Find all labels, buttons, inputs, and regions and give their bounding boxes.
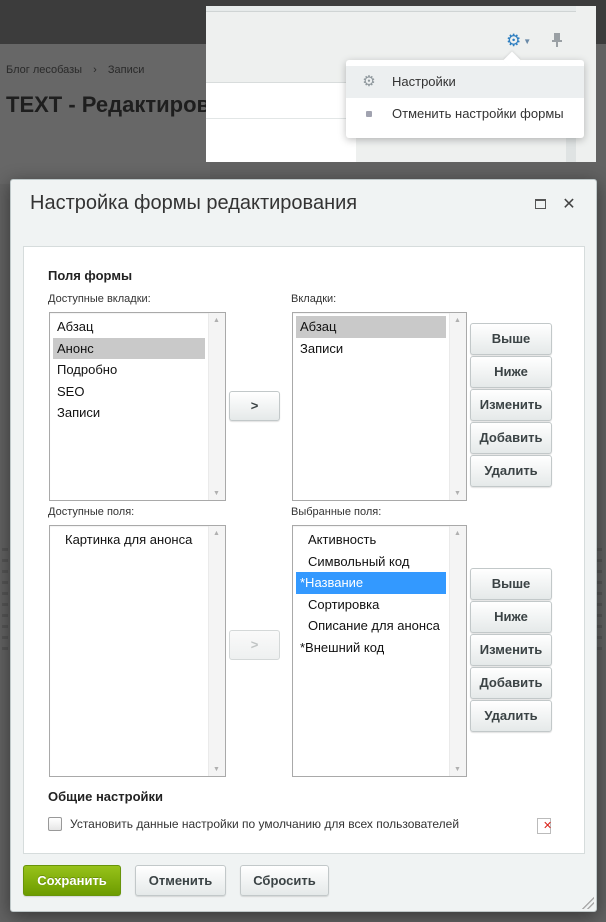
- list-item[interactable]: Картинка для анонса: [53, 529, 205, 551]
- field-down-button[interactable]: Ниже: [470, 601, 552, 633]
- tab-down-button[interactable]: Ниже: [470, 356, 552, 388]
- available-fields-list[interactable]: Картинка для анонса ▲ ▼: [49, 525, 226, 777]
- list-item[interactable]: Описание для анонса: [296, 615, 446, 637]
- scroll-up-icon[interactable]: ▲: [213, 530, 220, 537]
- list-item-selected[interactable]: *Название: [296, 572, 446, 594]
- breadcrumb-item: Записи: [107, 64, 145, 76]
- list-item[interactable]: *Внешний код: [296, 637, 446, 659]
- tabs-list[interactable]: Абзац Записи ▲ ▼: [292, 312, 467, 501]
- menu-item-label: Отменить настройки формы: [392, 106, 564, 121]
- dialog-header[interactable]: Настройка формы редактирования ✕: [11, 180, 596, 230]
- dialog-title: Настройка формы редактирования: [30, 192, 358, 214]
- field-add-button[interactable]: Добавить: [470, 667, 552, 699]
- list-item[interactable]: Активность: [296, 529, 446, 551]
- list-item[interactable]: Сортировка: [296, 594, 446, 616]
- scroll-up-icon[interactable]: ▲: [454, 317, 461, 324]
- scrollbar[interactable]: ▲ ▼: [449, 526, 466, 776]
- form-settings-dialog: Настройка формы редактирования ✕ Поля фо…: [10, 179, 597, 912]
- scrollbar[interactable]: ▲ ▼: [208, 313, 225, 500]
- list-item[interactable]: Записи: [53, 402, 205, 424]
- save-button[interactable]: Сохранить: [23, 865, 121, 896]
- gear-icon: ⚙: [506, 31, 522, 50]
- breadcrumb-item: Блог лесобазы: [6, 64, 83, 76]
- field-up-button[interactable]: Выше: [470, 568, 552, 600]
- scroll-down-icon[interactable]: ▼: [213, 766, 220, 773]
- default-settings-row[interactable]: Установить данные настройки по умолчанию…: [48, 816, 459, 831]
- page-title: TEXT - Редактиров: [6, 92, 211, 117]
- list-item-selected[interactable]: Анонс: [53, 337, 205, 359]
- list-item-selected[interactable]: Абзац: [296, 316, 446, 338]
- move-tab-button[interactable]: >: [229, 391, 280, 421]
- cancel-button[interactable]: Отменить: [135, 865, 226, 896]
- tab-add-button[interactable]: Добавить: [470, 422, 552, 454]
- settings-gear-button[interactable]: ⚙ ▼: [506, 32, 536, 50]
- general-settings-title: Общие настройки: [48, 789, 163, 804]
- reset-button[interactable]: Сбросить: [240, 865, 329, 896]
- menu-item-label: Настройки: [392, 74, 456, 89]
- available-fields-label: Доступные поля:: [48, 506, 135, 518]
- tabs-label: Вкладки:: [291, 293, 337, 305]
- resize-handle[interactable]: [582, 897, 594, 909]
- available-tabs-list[interactable]: Абзац Анонс Подробно SEO Записи ▲ ▼: [49, 312, 226, 501]
- toolbar-strip: [206, 6, 576, 12]
- tab-up-button[interactable]: Выше: [470, 323, 552, 355]
- list-item[interactable]: Символьный код: [296, 551, 446, 573]
- pin-icon[interactable]: [550, 32, 566, 50]
- settings-menu: ⚙ Настройки Отменить настройки формы: [346, 51, 584, 138]
- scrollbar[interactable]: ▲ ▼: [449, 313, 466, 500]
- list-item[interactable]: SEO: [53, 381, 205, 403]
- dialog-content: Поля формы Доступные вкладки: Вкладки: А…: [23, 246, 585, 854]
- available-tabs-label: Доступные вкладки:: [48, 293, 151, 305]
- tab-delete-button[interactable]: Удалить: [470, 455, 552, 487]
- default-settings-checkbox[interactable]: [48, 816, 62, 831]
- chevron-down-icon: ▼: [523, 36, 532, 46]
- selected-fields-list[interactable]: Активность Символьный код *Название Сорт…: [292, 525, 467, 777]
- menu-item-reset-form-settings[interactable]: Отменить настройки формы: [346, 98, 584, 130]
- maximize-icon[interactable]: [535, 199, 546, 209]
- menu-item-settings[interactable]: ⚙ Настройки: [346, 66, 584, 98]
- tab-edit-button[interactable]: Изменить: [470, 389, 552, 421]
- list-item[interactable]: Абзац: [53, 316, 205, 338]
- breadcrumb-separator: ›: [93, 64, 97, 76]
- default-settings-label: Установить данные настройки по умолчанию…: [70, 816, 460, 831]
- list-item[interactable]: Записи: [296, 338, 446, 360]
- close-icon[interactable]: ✕: [561, 194, 577, 214]
- scroll-up-icon[interactable]: ▲: [454, 530, 461, 537]
- scroll-down-icon[interactable]: ▼: [213, 490, 220, 497]
- move-field-button[interactable]: >: [229, 630, 280, 660]
- scroll-down-icon[interactable]: ▼: [454, 490, 461, 497]
- gear-icon: ⚙: [362, 73, 376, 90]
- scroll-up-icon[interactable]: ▲: [213, 317, 220, 324]
- field-edit-button[interactable]: Изменить: [470, 634, 552, 666]
- breadcrumb: Блог лесобазы › Записи: [6, 64, 152, 76]
- field-delete-button[interactable]: Удалить: [470, 700, 552, 732]
- scrollbar[interactable]: ▲ ▼: [208, 526, 225, 776]
- scroll-down-icon[interactable]: ▼: [454, 766, 461, 773]
- square-icon: [366, 111, 372, 117]
- delete-settings-icon[interactable]: [537, 818, 552, 834]
- selected-fields-label: Выбранные поля:: [291, 506, 382, 518]
- form-fields-title: Поля формы: [48, 268, 133, 283]
- form-panel-row: [206, 118, 356, 162]
- list-item[interactable]: Подробно: [53, 359, 205, 381]
